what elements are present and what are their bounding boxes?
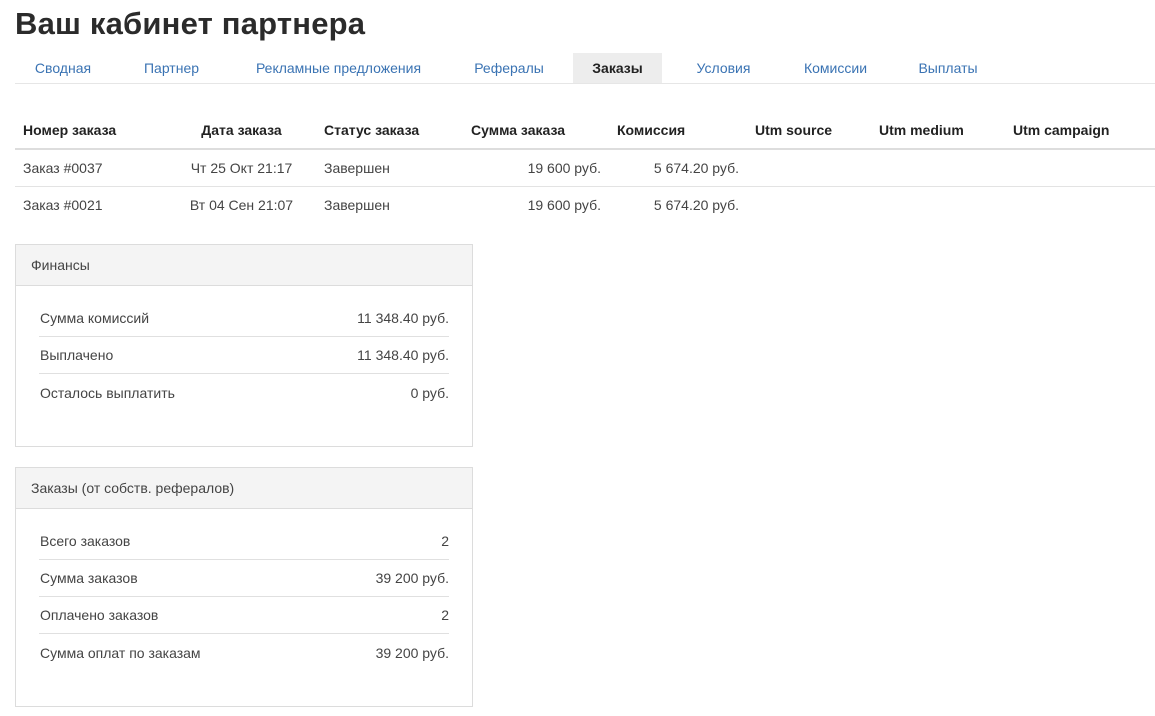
stat-row-paid: Выплачено 11 348.40 руб. [39,337,449,374]
tab-partner[interactable]: Партнер [111,53,232,83]
stat-value: 2 [441,533,449,549]
stat-value: 0 руб. [410,384,449,401]
orders-summary-panel-body: Всего заказов 2 Сумма заказов 39 200 руб… [16,509,472,671]
tab-commissions[interactable]: Комиссии [785,53,886,83]
tab-conditions[interactable]: Условия [662,53,785,83]
table-row: Заказ #0037 Чт 25 Окт 21:17 Завершен 19 … [15,149,1155,187]
stat-value: 11 348.40 руб. [357,310,449,326]
stat-row-commission-total: Сумма комиссий 11 348.40 руб. [39,300,449,337]
order-sum: 19 600 руб. [463,149,609,187]
stat-label: Сумма оплат по заказам [40,644,201,661]
finances-panel: Финансы Сумма комиссий 11 348.40 руб. Вы… [15,244,473,447]
tab-referrals[interactable]: Рефералы [445,53,573,83]
finances-panel-title: Финансы [16,245,472,286]
order-number: Заказ #0037 [15,149,167,187]
order-utm-campaign [1005,186,1155,223]
tab-orders[interactable]: Заказы [573,53,662,83]
table-header-row: Номер заказа Дата заказа Статус заказа С… [15,112,1155,150]
finances-panel-body: Сумма комиссий 11 348.40 руб. Выплачено … [16,286,472,411]
tab-ad-offers[interactable]: Рекламные предложения [232,53,445,83]
order-utm-source [747,149,871,187]
order-commission: 5 674.20 руб. [653,196,739,213]
order-utm-campaign [1005,149,1155,187]
order-sum: 19 600 руб. [527,196,601,213]
stat-row-paid-orders: Оплачено заказов 2 [39,597,449,634]
orders-summary-panel: Заказы (от собств. рефералов) Всего зака… [15,467,473,707]
stat-row-remaining: Осталось выплатить 0 руб. [39,374,449,411]
stat-value: 39 200 руб. [375,644,449,661]
col-order-sum: Сумма заказа [463,112,609,150]
order-status: Завершен [324,196,390,213]
order-utm-medium [871,186,1005,223]
stat-value: 39 200 руб. [375,570,449,586]
stat-label: Сумма заказов [40,570,138,586]
tab-summary[interactable]: Сводная [15,53,111,83]
col-commission: Комиссия [609,112,747,150]
stat-row-orders-count: Всего заказов 2 [39,523,449,560]
col-utm-source: Utm source [747,112,871,150]
col-order-status: Статус заказа [316,112,463,150]
tab-payouts[interactable]: Выплаты [886,53,1010,83]
order-status: Завершен [316,149,463,187]
col-utm-campaign: Utm campaign [1005,112,1155,150]
order-commission: 5 674.20 руб. [609,149,747,187]
stat-value: 11 348.40 руб. [357,347,449,363]
col-order-number: Номер заказа [15,112,167,150]
stat-value: 2 [441,607,449,623]
col-utm-medium: Utm medium [871,112,1005,150]
order-utm-medium [871,149,1005,187]
stat-label: Оплачено заказов [40,607,159,623]
stat-label: Осталось выплатить [40,384,175,401]
orders-table: Номер заказа Дата заказа Статус заказа С… [15,112,1155,223]
page-title: Ваш кабинет партнера [15,6,366,41]
order-date: Чт 25 Окт 21:17 [167,149,316,187]
stat-label: Сумма комиссий [40,310,150,326]
stat-label: Выплачено [40,347,114,363]
table-row: Заказ #0021 Вт 04 Сен 21:07 Завершен 19 … [15,186,1155,223]
order-utm-source [747,186,871,223]
stat-label: Всего заказов [40,533,131,549]
col-order-date: Дата заказа [167,112,316,150]
tabs-nav: Сводная Партнер Рекламные предложения Ре… [15,53,1155,84]
stat-row-orders-sum: Сумма заказов 39 200 руб. [39,560,449,597]
stat-row-paid-sum: Сумма оплат по заказам 39 200 руб. [39,634,449,671]
orders-summary-panel-title: Заказы (от собств. рефералов) [16,468,472,509]
order-number: Заказ #0021 [23,196,103,213]
order-date: Вт 04 Сен 21:07 [189,196,294,213]
